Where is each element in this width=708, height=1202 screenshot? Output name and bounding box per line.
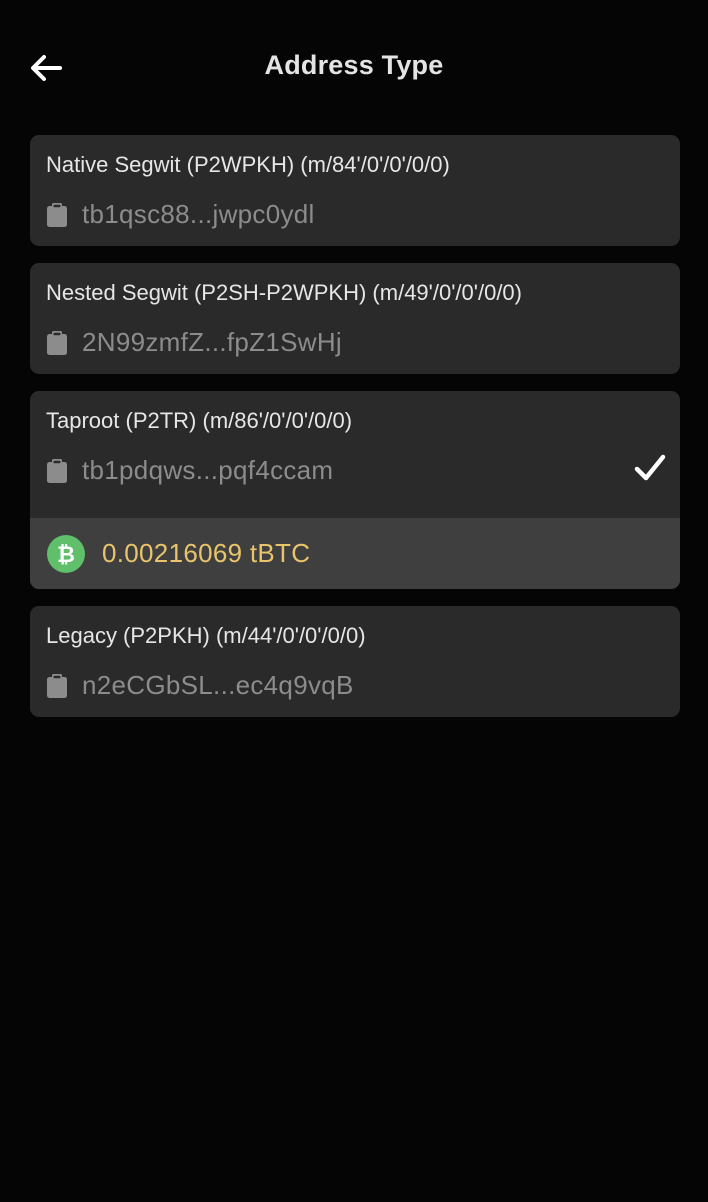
bitcoin-icon: ₿	[47, 534, 85, 573]
page-title: Address Type	[264, 50, 444, 80]
card-main: Nested Segwit (P2SH-P2WPKH) (m/49'/0'/0'…	[30, 263, 680, 374]
address-text: tb1pdqws...pqf4ccam	[82, 455, 334, 485]
address-text: 2N99zmfZ...fpZ1SwHj	[82, 327, 342, 357]
address-row: n2eCGbSL...ec4q9vqB	[46, 670, 354, 701]
address-type-list: Native Segwit (P2WPKH) (m/84'/0'/0'/0/0)…	[30, 135, 680, 734]
address-type-legacy[interactable]: Legacy (P2PKH) (m/44'/0'/0'/0/0) n2eCGbS…	[30, 606, 680, 717]
address-type-native-segwit[interactable]: Native Segwit (P2WPKH) (m/84'/0'/0'/0/0)…	[30, 135, 680, 246]
address-type-label: Legacy (P2PKH) (m/44'/0'/0'/0/0)	[46, 623, 366, 648]
svg-text:₿: ₿	[57, 543, 75, 568]
address-row: tb1qsc88...jwpc0ydl	[46, 199, 315, 230]
address-row: 2N99zmfZ...fpZ1SwHj	[46, 327, 342, 358]
address-text: n2eCGbSL...ec4q9vqB	[82, 670, 354, 700]
address-type-taproot[interactable]: Taproot (P2TR) (m/86'/0'/0'/0/0) tb1pdqw…	[30, 391, 680, 589]
clipboard-icon[interactable]	[46, 330, 68, 356]
clipboard-icon[interactable]	[46, 673, 68, 699]
card-main: Native Segwit (P2WPKH) (m/84'/0'/0'/0/0)…	[30, 135, 680, 246]
clipboard-icon[interactable]	[46, 202, 68, 228]
address-type-label: Taproot (P2TR) (m/86'/0'/0'/0/0)	[46, 408, 353, 433]
card-main: Taproot (P2TR) (m/86'/0'/0'/0/0) tb1pdqw…	[30, 391, 680, 518]
checkmark-icon	[634, 454, 666, 481]
card-main: Legacy (P2PKH) (m/44'/0'/0'/0/0) n2eCGbS…	[30, 606, 680, 717]
address-type-label: Nested Segwit (P2SH-P2WPKH) (m/49'/0'/0'…	[46, 280, 522, 305]
address-type-label: Native Segwit (P2WPKH) (m/84'/0'/0'/0/0)	[46, 152, 450, 177]
address-type-nested-segwit[interactable]: Nested Segwit (P2SH-P2WPKH) (m/49'/0'/0'…	[30, 263, 680, 374]
address-text: tb1qsc88...jwpc0ydl	[82, 199, 315, 229]
header: Address Type	[0, 0, 708, 136]
address-row: tb1pdqws...pqf4ccam	[46, 455, 333, 486]
balance-amount: 0.00216069 tBTC	[102, 538, 311, 568]
clipboard-icon[interactable]	[46, 458, 68, 484]
balance-row: ₿ 0.00216069 tBTC	[30, 518, 680, 589]
